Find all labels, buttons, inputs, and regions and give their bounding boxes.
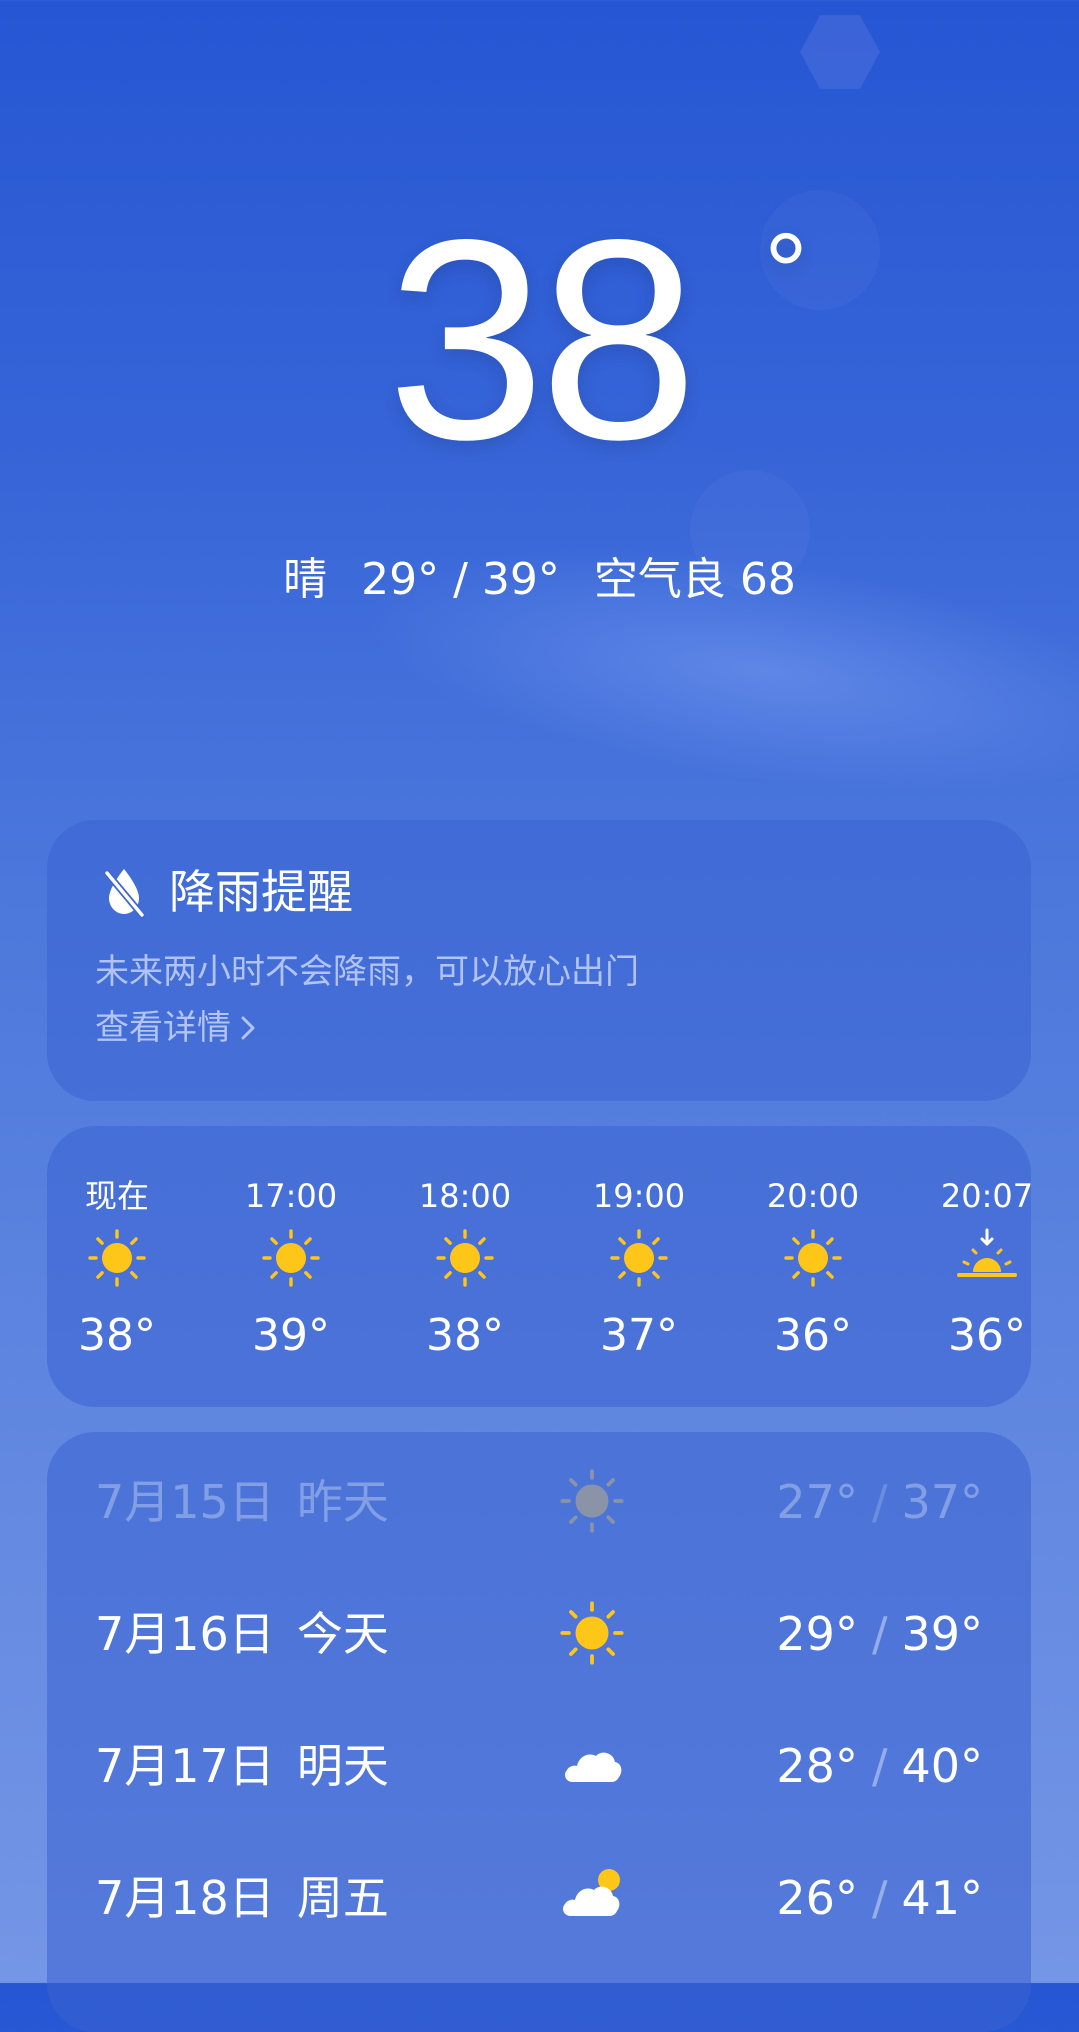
hourly-forecast-card[interactable]: 现在 38° 17:00 39° 18:00 38° 19:00 37° 20:00 36° 20:… — [47, 1126, 1031, 1407]
sun-icon — [87, 1228, 147, 1288]
sun-icon — [559, 1468, 625, 1534]
daily-day: 明天 — [296, 1739, 389, 1793]
range-separator: / — [871, 1739, 888, 1793]
hourly-item[interactable]: 20:07 36° — [917, 1126, 1031, 1407]
rain-alert-description: 未来两小时不会降雨，可以放心出门 — [95, 952, 639, 992]
sun-icon — [261, 1228, 321, 1288]
hourly-time: 17:00 — [244, 1177, 338, 1215]
temperature-number: 38 — [386, 181, 698, 499]
daily-temp-range: 28°/40° — [776, 1736, 983, 1796]
hourly-temp: 38° — [426, 1310, 504, 1361]
daily-label: 7月16日 今天 — [95, 1604, 389, 1664]
daily-row[interactable]: 7月17日 明天 28°/40° — [47, 1696, 1031, 1828]
hourly-temp: 36° — [774, 1310, 852, 1361]
daily-high: 41° — [901, 1871, 983, 1925]
daily-date: 7月18日 — [95, 1871, 275, 1925]
daily-label: 7月18日 周五 — [95, 1868, 389, 1928]
current-temperature-value: 38 ° — [387, 190, 808, 490]
sun-icon — [559, 1600, 625, 1666]
daily-high: 37° — [901, 1475, 983, 1529]
view-details-label: 查看详情 — [95, 1008, 231, 1048]
today-temp-range: 29° / 39° — [361, 554, 560, 605]
daily-high: 39° — [901, 1607, 983, 1661]
hourly-time: 现在 — [84, 1177, 149, 1215]
daily-date: 7月17日 — [95, 1739, 275, 1793]
daily-row[interactable]: 7月15日 昨天 27°/37° — [47, 1432, 1031, 1564]
hourly-time: 20:00 — [766, 1177, 860, 1215]
background-hexagon — [800, 15, 880, 89]
condition-text: 晴 — [283, 554, 328, 605]
daily-label: 7月15日 昨天 — [95, 1472, 389, 1532]
daily-low: 26° — [776, 1871, 858, 1925]
daily-forecast-card[interactable]: 7月15日 昨天 27°/37° 7月16日 今天 29°/39° 7月17日 明天 28°/4… — [47, 1432, 1031, 2032]
chevron-right-icon — [241, 1016, 255, 1040]
hourly-item[interactable]: 18:00 38° — [395, 1126, 535, 1407]
cloud-icon — [559, 1732, 625, 1798]
hourly-item[interactable]: 20:00 36° — [743, 1126, 883, 1407]
rain-alert-header: 降雨提醒 — [101, 862, 353, 922]
daily-temp-range: 26°/41° — [776, 1868, 983, 1928]
partly-cloudy-icon — [559, 1864, 625, 1930]
hourly-temp: 37° — [600, 1310, 678, 1361]
daily-low: 27° — [776, 1475, 858, 1529]
daily-label: 7月17日 明天 — [95, 1736, 389, 1796]
degree-symbol: ° — [764, 211, 808, 334]
daily-temp-range: 27°/37° — [776, 1472, 983, 1532]
daily-day: 昨天 — [296, 1475, 389, 1529]
hourly-temp: 39° — [252, 1310, 330, 1361]
daily-high: 40° — [901, 1739, 983, 1793]
view-details-link[interactable]: 查看详情 — [95, 1004, 257, 1052]
daily-day: 周五 — [296, 1871, 389, 1925]
sunset-icon — [957, 1228, 1017, 1288]
range-separator: / — [871, 1871, 888, 1925]
current-temperature: 38 ° — [0, 190, 1079, 490]
rain-alert-card[interactable]: 降雨提醒 未来两小时不会降雨，可以放心出门 查看详情 — [47, 820, 1031, 1101]
daily-row[interactable]: 7月18日 周五 26°/41° — [47, 1828, 1031, 1960]
daily-low: 28° — [776, 1739, 858, 1793]
daily-row[interactable]: 7月16日 今天 29°/39° — [47, 1564, 1031, 1696]
hourly-time: 18:00 — [418, 1177, 512, 1215]
hourly-time: 19:00 — [592, 1177, 686, 1215]
hourly-time: 20:07 — [940, 1177, 1031, 1215]
daily-low: 29° — [776, 1607, 858, 1661]
sun-icon — [435, 1228, 495, 1288]
daily-temp-range: 29°/39° — [776, 1604, 983, 1664]
weather-summary: 晴 29° / 39° 空气良 68 — [0, 548, 1079, 612]
sun-icon — [783, 1228, 843, 1288]
hourly-item[interactable]: 17:00 39° — [221, 1126, 361, 1407]
rain-alert-title: 降雨提醒 — [169, 865, 353, 919]
daily-day: 今天 — [296, 1607, 389, 1661]
range-separator: / — [871, 1607, 888, 1661]
hourly-item[interactable]: 19:00 37° — [569, 1126, 709, 1407]
no-rain-icon — [103, 869, 146, 919]
range-separator: / — [871, 1475, 888, 1529]
hourly-temp: 38° — [78, 1310, 156, 1361]
daily-date: 7月16日 — [95, 1607, 275, 1661]
hourly-item[interactable]: 现在 38° — [47, 1126, 187, 1407]
air-quality[interactable]: 空气良 68 — [594, 554, 796, 605]
daily-date: 7月15日 — [95, 1475, 275, 1529]
hourly-temp: 36° — [948, 1310, 1026, 1361]
sun-icon — [609, 1228, 669, 1288]
